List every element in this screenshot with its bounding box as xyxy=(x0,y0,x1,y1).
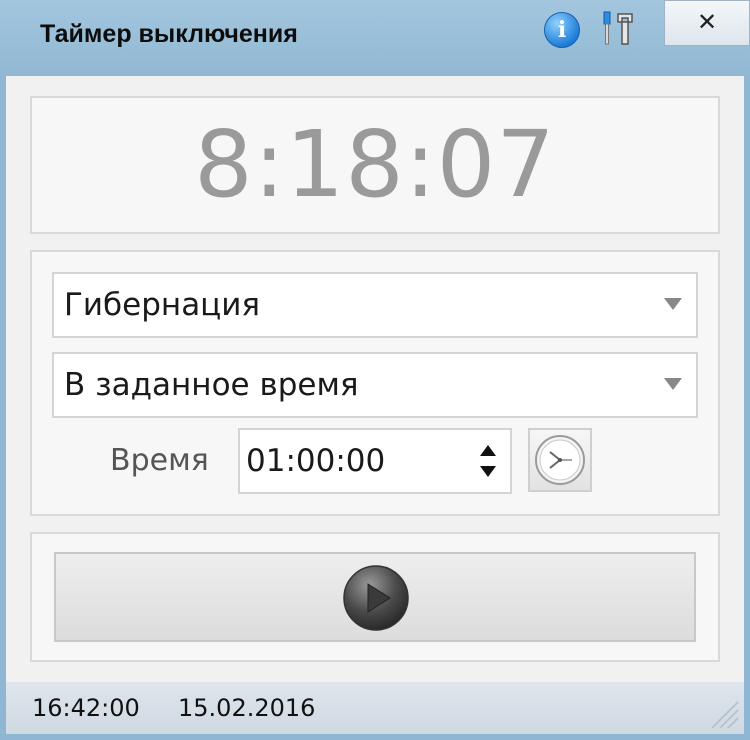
pick-time-button[interactable] xyxy=(528,428,592,492)
mode-select-value: В заданное время xyxy=(64,367,359,403)
tools-icon[interactable] xyxy=(596,8,640,52)
title-bar[interactable]: Таймер выключения i ✕ xyxy=(0,0,750,76)
mode-select[interactable]: В заданное время xyxy=(52,352,698,418)
spin-down-icon[interactable] xyxy=(480,466,496,477)
status-bar: 16:42:00 15.02.2016 xyxy=(6,682,744,734)
time-label: Время xyxy=(110,443,209,478)
settings-panel: Гибернация В заданное время Время 01:00:… xyxy=(30,250,720,516)
play-icon xyxy=(343,565,409,631)
time-input-value: 01:00:00 xyxy=(246,443,386,479)
countdown-panel: 8:18:07 xyxy=(30,96,720,234)
action-select-value: Гибернация xyxy=(64,287,261,323)
current-time: 16:42:00 xyxy=(32,694,140,722)
time-input[interactable]: 01:00:00 xyxy=(238,428,512,494)
shutdown-timer-window: Таймер выключения i ✕ 8:18:07 Гибернация xyxy=(0,0,750,740)
client-area: 8:18:07 Гибернация В заданное время Врем… xyxy=(6,76,744,682)
close-button[interactable]: ✕ xyxy=(664,0,750,46)
info-icon[interactable]: i xyxy=(544,12,580,48)
close-icon: ✕ xyxy=(696,8,718,36)
resize-grip-icon[interactable] xyxy=(706,696,740,730)
action-panel xyxy=(30,532,720,662)
spin-up-icon[interactable] xyxy=(480,445,496,456)
window-title: Таймер выключения xyxy=(40,20,298,48)
current-date: 15.02.2016 xyxy=(178,694,316,722)
countdown-display: 8:18:07 xyxy=(194,111,556,218)
clock-icon xyxy=(535,435,585,485)
start-button[interactable] xyxy=(54,552,696,642)
chevron-down-icon xyxy=(664,378,682,390)
action-select[interactable]: Гибернация xyxy=(52,272,698,338)
chevron-down-icon xyxy=(664,298,682,310)
